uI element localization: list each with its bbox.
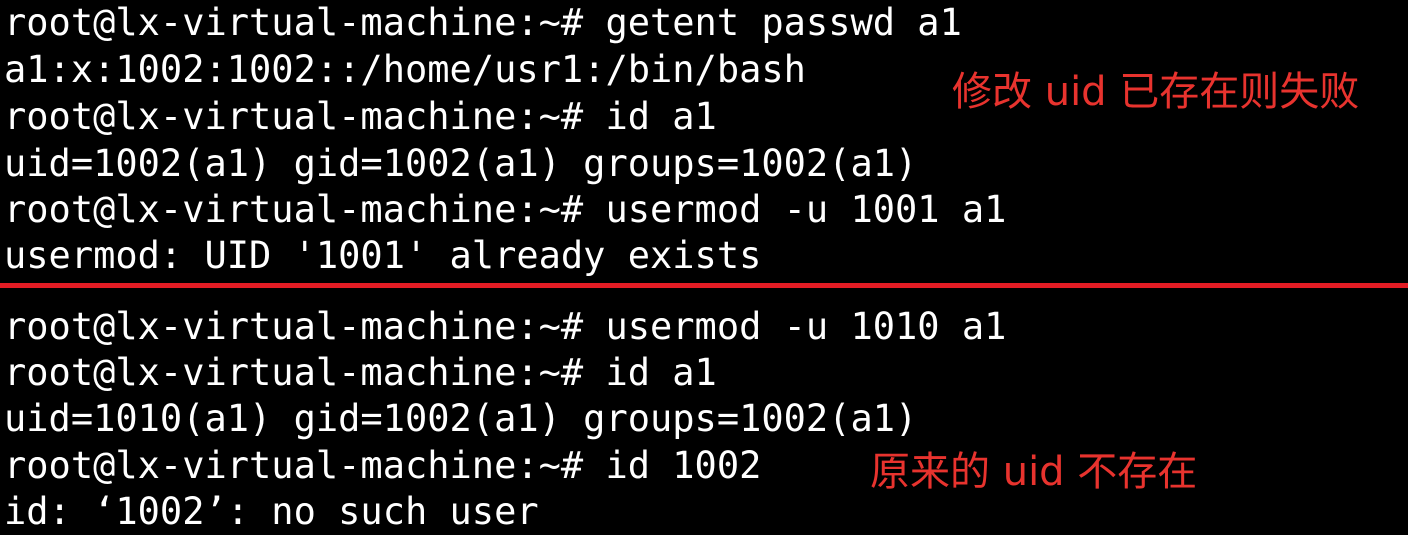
terminal-line: root@lx-virtual-machine:~# id a1 xyxy=(4,351,717,394)
terminal-line: root@lx-virtual-machine:~# getent passwd… xyxy=(4,1,962,44)
terminal-line: id: ‘1002’: no such user xyxy=(4,490,539,533)
terminal-line: a1:x:1002:1002::/home/usr1:/bin/bash xyxy=(4,48,806,91)
terminal-line: uid=1010(a1) gid=1002(a1) groups=1002(a1… xyxy=(4,397,918,440)
terminal-line: root@lx-virtual-machine:~# usermod -u 10… xyxy=(4,305,1007,348)
annotation-original-missing: 原来的 uid 不存在 xyxy=(870,449,1198,495)
terminal-line: usermod: UID '1001' already exists xyxy=(4,234,762,277)
red-divider-line xyxy=(0,283,1408,288)
terminal-line: root@lx-virtual-machine:~# id a1 xyxy=(4,95,717,138)
terminal-line: root@lx-virtual-machine:~# usermod -u 10… xyxy=(4,188,1007,231)
terminal-window[interactable]: root@lx-virtual-machine:~# getent passwd… xyxy=(0,0,1408,533)
annotation-modify-fail: 修改 uid 已存在则失败 xyxy=(952,69,1360,115)
terminal-line: root@lx-virtual-machine:~# id 1002 xyxy=(4,444,762,487)
terminal-line: uid=1002(a1) gid=1002(a1) groups=1002(a1… xyxy=(4,142,918,185)
